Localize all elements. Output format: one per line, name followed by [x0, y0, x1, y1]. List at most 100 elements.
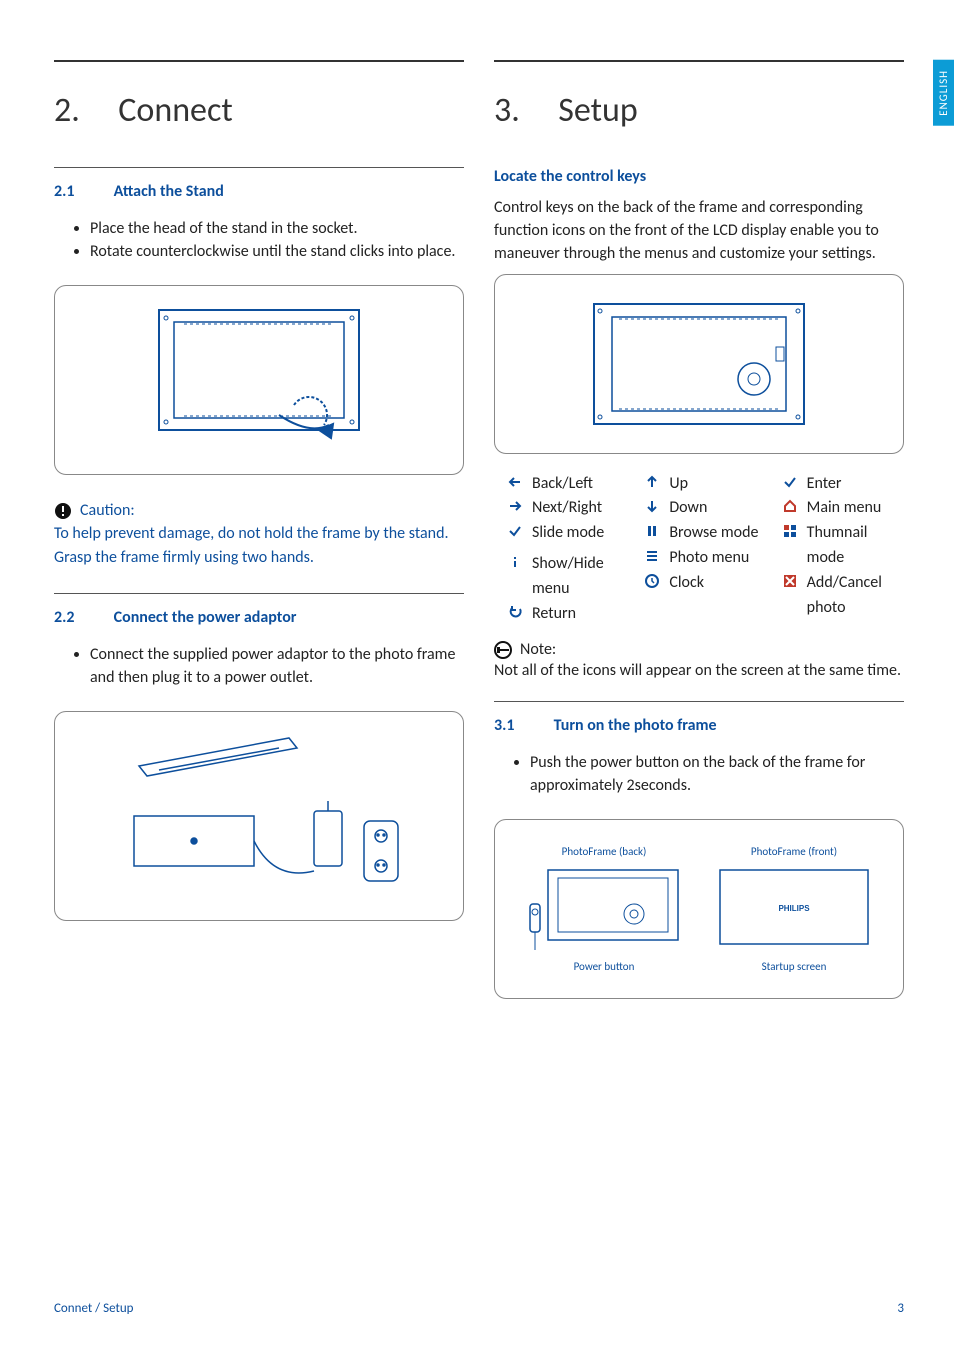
- figure-power-label: Power button: [574, 960, 635, 973]
- section-2-1-bullet-2: Rotate counterclockwise until the stand …: [90, 240, 464, 263]
- section-2-2-bullet-1: Connect the supplied power adaptor to th…: [90, 643, 464, 689]
- key-show-hide-label: Show/Hide menu: [532, 552, 629, 602]
- key-clock: Clock: [643, 571, 766, 596]
- key-thumbnail-mode: Thumnail mode: [781, 521, 904, 571]
- locate-heading: Locate the control keys: [494, 167, 904, 186]
- figure-row: PhotoFrame (back) Power button PhotoFram…: [519, 845, 879, 973]
- key-slide-mode-label: Slide mode: [532, 521, 629, 546]
- brand-text: PHILIPS: [778, 904, 810, 913]
- left-column: 2. Connect 2.1 Attach the Stand Place th…: [54, 60, 464, 1314]
- key-show-hide: Show/Hide menu: [506, 552, 629, 602]
- chapter-3-title: 3. Setup: [494, 90, 904, 131]
- section-2-1-bullet-1: Place the head of the stand in the socke…: [90, 217, 464, 240]
- key-down-label: Down: [669, 496, 766, 521]
- note-heading: Note:: [494, 640, 904, 659]
- key-up: Up: [643, 472, 766, 497]
- pause-icon: [643, 521, 661, 538]
- language-tab: ENGLISH: [933, 60, 954, 126]
- figure-front-title: PhotoFrame (front): [751, 845, 837, 858]
- controls-illustration: [494, 274, 904, 454]
- key-main-menu: Main menu: [781, 496, 904, 521]
- key-add-cancel-label: Add/Cancel photo: [807, 571, 904, 621]
- figure-back-svg: [524, 864, 684, 954]
- key-browse-mode: Browse mode: [643, 521, 766, 546]
- section-2-2-list: Connect the supplied power adaptor to th…: [54, 643, 464, 689]
- stand-svg: [129, 300, 389, 460]
- home-icon: [781, 496, 799, 513]
- chapter-3-number: 3.: [494, 90, 520, 131]
- section-3-1-title: Turn on the photo frame: [554, 716, 717, 735]
- key-back-left: Back/Left: [506, 472, 629, 497]
- grid-icon: [781, 521, 799, 538]
- footer-page-number: 3: [897, 1301, 904, 1316]
- key-enter: Enter: [781, 472, 904, 497]
- top-rule-right: [494, 60, 904, 62]
- check-icon: [781, 472, 799, 489]
- section-2-2-heading: 2.2 Connect the power adaptor: [54, 608, 464, 627]
- key-next-right-label: Next/Right: [532, 496, 629, 521]
- control-keys-grid: Back/Left Next/Right Slide mode Show/Hid…: [494, 468, 904, 627]
- page: 2. Connect 2.1 Attach the Stand Place th…: [0, 0, 954, 1354]
- info-icon: [506, 552, 524, 569]
- section-2-2-title: Connect the power adaptor: [114, 608, 297, 627]
- chapter-3-text: Setup: [558, 90, 637, 131]
- section-3-1-heading: 3.1 Turn on the photo frame: [494, 716, 904, 735]
- section-3-1-number: 3.1: [494, 716, 550, 735]
- section-3-1-list: Push the power button on the back of the…: [494, 751, 904, 797]
- chapter-2-text: Connect: [118, 90, 232, 131]
- arrow-down-icon: [643, 496, 661, 513]
- section-2-2-number: 2.2: [54, 608, 110, 627]
- note-label: Note:: [520, 640, 556, 659]
- add-cancel-icon: [781, 571, 799, 588]
- note-icon: [494, 641, 512, 659]
- key-photo-menu-label: Photo menu: [669, 546, 766, 571]
- note-text: Not all of the icons will appear on the …: [494, 659, 904, 682]
- caution-label: Caution:: [80, 501, 135, 520]
- right-column: 3. Setup Locate the control keys Control…: [494, 60, 904, 1314]
- chapter-2-number: 2.: [54, 90, 80, 131]
- section-2-1-number: 2.1: [54, 182, 110, 201]
- section-2-1-list: Place the head of the stand in the socke…: [54, 217, 464, 263]
- figure-startup-label: Startup screen: [762, 960, 827, 973]
- caution-heading: Caution:: [54, 501, 464, 520]
- caution-icon: [54, 502, 72, 520]
- key-up-label: Up: [669, 472, 766, 497]
- controls-svg: [564, 289, 834, 439]
- power-svg: [99, 726, 419, 906]
- stand-illustration: [54, 285, 464, 475]
- return-icon: [506, 602, 524, 619]
- section-2-1-heading: 2.1 Attach the Stand: [54, 182, 464, 201]
- caution-block: Caution: To help prevent damage, do not …: [54, 501, 464, 568]
- list-icon: [643, 546, 661, 563]
- key-add-cancel: Add/Cancel photo: [781, 571, 904, 621]
- arrow-right-icon: [506, 496, 524, 513]
- key-down: Down: [643, 496, 766, 521]
- section-rule-3: [494, 701, 904, 702]
- key-main-menu-label: Main menu: [807, 496, 904, 521]
- clock-icon: [643, 571, 661, 588]
- caution-text: To help prevent damage, do not hold the …: [54, 522, 464, 568]
- arrow-left-icon: [506, 472, 524, 489]
- chapter-2-title: 2. Connect: [54, 90, 464, 131]
- top-rule: [54, 60, 464, 62]
- figure-back-title: PhotoFrame (back): [562, 845, 647, 858]
- key-slide-mode: Slide mode: [506, 521, 629, 546]
- footer: Connet / Setup 3: [54, 1301, 904, 1316]
- key-thumbnail-mode-label: Thumnail mode: [807, 521, 904, 571]
- key-enter-label: Enter: [807, 472, 904, 497]
- key-back-left-label: Back/Left: [532, 472, 629, 497]
- arrow-up-icon: [643, 472, 661, 489]
- key-next-right: Next/Right: [506, 496, 629, 521]
- key-browse-mode-label: Browse mode: [669, 521, 766, 546]
- section-2-1-title: Attach the Stand: [114, 182, 224, 201]
- key-return-label: Return: [532, 602, 629, 627]
- section-rule: [54, 167, 464, 168]
- check-icon: [506, 521, 524, 538]
- footer-section: Connet / Setup: [54, 1301, 134, 1316]
- key-return: Return: [506, 602, 629, 627]
- power-illustration: [54, 711, 464, 921]
- section-rule-2: [54, 593, 464, 594]
- key-photo-menu: Photo menu: [643, 546, 766, 571]
- figure-back: PhotoFrame (back) Power button: [519, 845, 689, 973]
- figure-front: PhotoFrame (front) PHILIPS Startup scree…: [709, 845, 879, 973]
